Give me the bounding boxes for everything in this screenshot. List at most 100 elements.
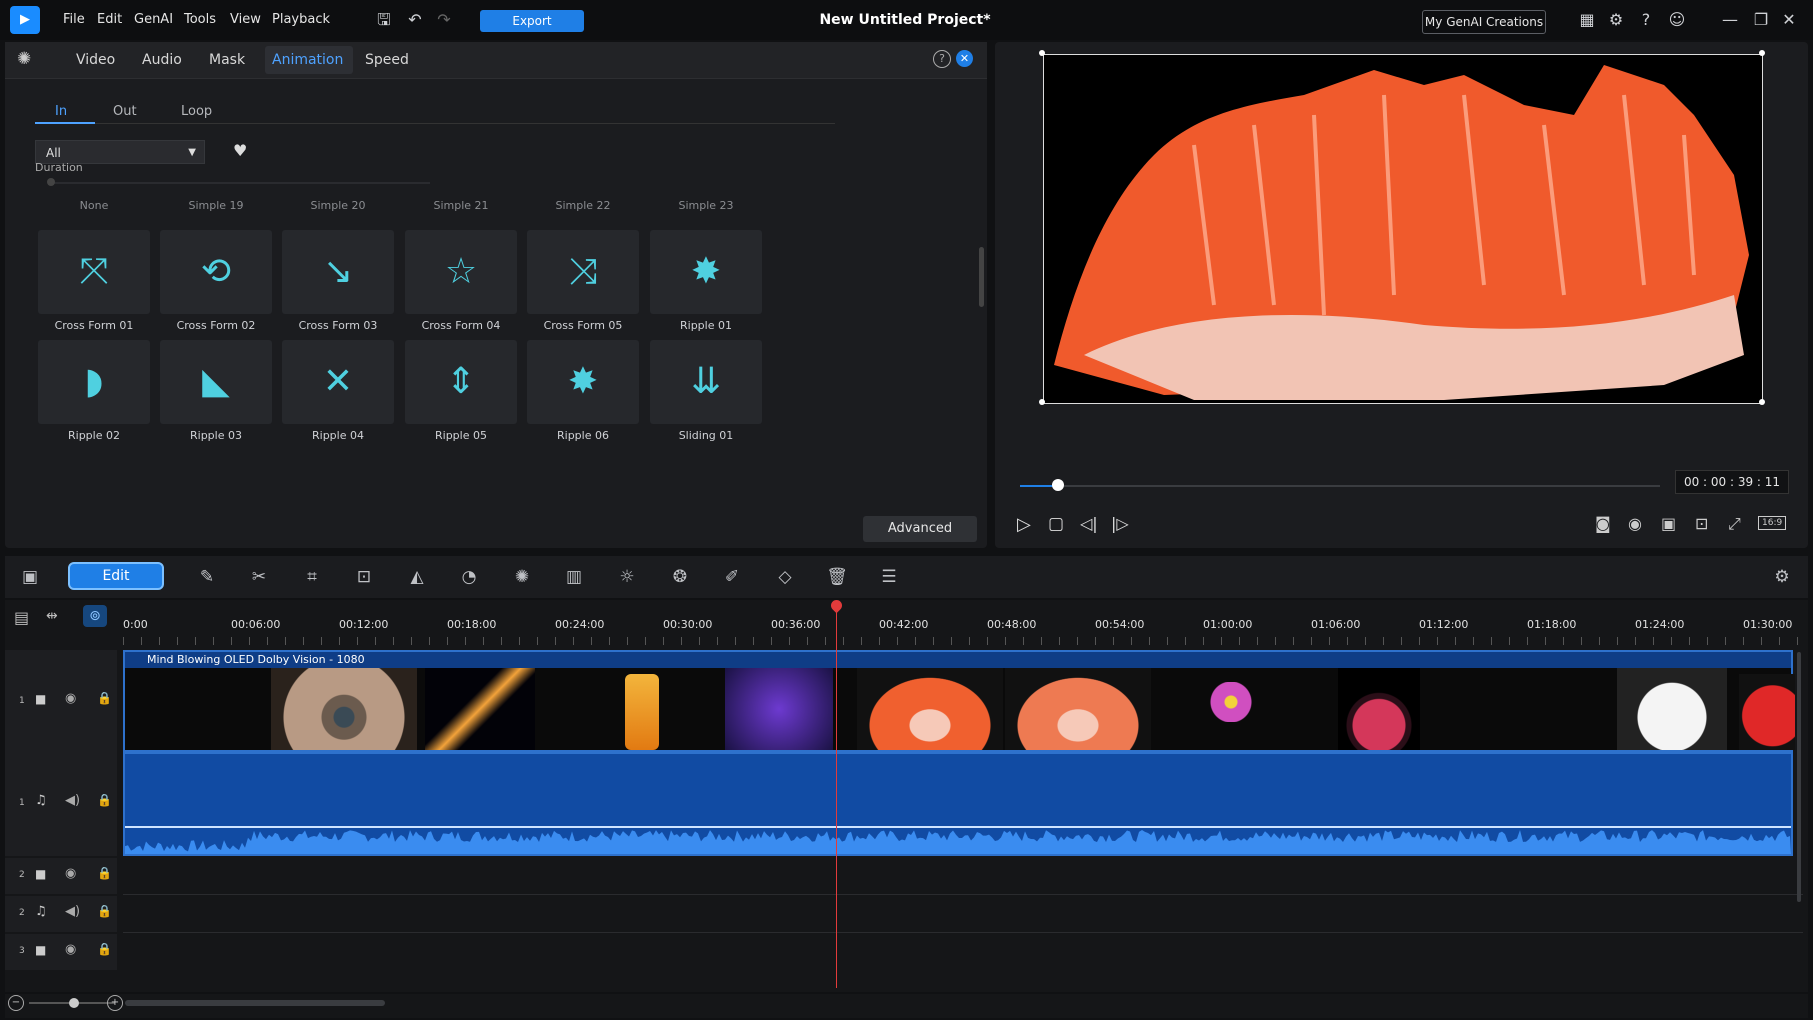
brightness-icon[interactable]: ☼ <box>616 566 638 588</box>
more-tools-icon[interactable]: ☰ <box>878 566 900 588</box>
preset-tile[interactable]: ⇊ <box>650 340 762 424</box>
gear-icon[interactable]: ⚙ <box>1605 9 1627 31</box>
keyframe-icon[interactable]: ◇ <box>774 566 796 588</box>
tab-animation[interactable]: Animation <box>272 52 343 68</box>
magic-icon[interactable]: ✺ <box>17 49 31 69</box>
eye-icon[interactable]: ◉ <box>65 691 76 706</box>
color-icon[interactable]: ❂ <box>669 566 691 588</box>
eye-icon[interactable]: ◉ <box>65 942 76 957</box>
tab-audio[interactable]: Audio <box>142 52 182 68</box>
aspect-ratio-icon[interactable]: 16:9 <box>1758 516 1787 530</box>
stabilizer-icon[interactable]: ▥ <box>563 566 585 588</box>
subtab-in[interactable]: In <box>55 104 67 119</box>
timeline-settings-icon[interactable]: ⚙ <box>1771 566 1793 588</box>
menu-edit[interactable]: Edit <box>97 12 122 27</box>
help-icon[interactable]: ? <box>1635 9 1657 31</box>
panel-close-icon[interactable]: ✕ <box>956 50 973 67</box>
undo-icon[interactable]: ↶ <box>404 9 426 31</box>
preset-tile[interactable]: ✕ <box>282 340 394 424</box>
title-edit-icon[interactable]: ✐ <box>721 566 743 588</box>
lock-icon[interactable]: 🔒 <box>97 793 112 807</box>
panel-help-icon[interactable]: ? <box>933 50 951 68</box>
preview-seek-handle[interactable] <box>1052 479 1065 491</box>
handle-bl[interactable] <box>1039 399 1045 405</box>
preset-tile[interactable]: ⇕ <box>405 340 517 424</box>
preset-tile[interactable]: ⤧ <box>38 230 150 314</box>
preset-tile[interactable]: ⟲ <box>160 230 272 314</box>
volume-icon[interactable]: ◀) <box>65 904 80 919</box>
menu-playback[interactable]: Playback <box>272 12 330 27</box>
save-icon[interactable]: 🖫 <box>373 9 395 31</box>
account-icon[interactable]: ☺ <box>1666 9 1688 31</box>
stop-icon[interactable]: ▢ <box>1048 514 1064 534</box>
restore-icon[interactable]: ❐ <box>1750 9 1772 31</box>
duration-slider-handle[interactable] <box>47 178 55 186</box>
menu-file[interactable]: File <box>63 12 85 27</box>
handle-br[interactable] <box>1759 399 1765 405</box>
preset-tile[interactable]: ↘ <box>282 230 394 314</box>
tab-speed[interactable]: Speed <box>365 52 409 68</box>
lock-icon[interactable]: 🔒 <box>97 904 112 918</box>
pen-icon[interactable]: ✎ <box>196 566 218 588</box>
next-frame-icon[interactable]: |▷ <box>1111 514 1129 533</box>
speed-icon[interactable]: ◔ <box>458 566 480 588</box>
zoom-slider-handle[interactable] <box>69 998 79 1008</box>
edit-button[interactable]: Edit <box>68 562 164 590</box>
crop-icon[interactable]: ⌗ <box>301 566 323 588</box>
audio-clip[interactable] <box>123 752 1793 856</box>
delete-icon[interactable]: 🗑 <box>826 566 848 588</box>
link-icon[interactable]: ⊚ <box>83 605 107 627</box>
layout-icon[interactable]: ▦ <box>1576 9 1598 31</box>
preview-video[interactable] <box>1043 54 1763 404</box>
minimize-icon[interactable]: — <box>1719 9 1741 31</box>
tab-mask[interactable]: Mask <box>209 52 245 68</box>
handle-tr[interactable] <box>1759 50 1765 56</box>
eye-icon[interactable]: ◉ <box>65 866 76 881</box>
snap-icon[interactable]: ⇹ <box>46 608 58 624</box>
track-manager-icon[interactable]: ▤ <box>14 608 29 627</box>
handle-tl[interactable] <box>1039 50 1045 56</box>
fullscreen-icon[interactable]: ⤢ <box>1728 514 1741 534</box>
volume-icon[interactable]: ◀) <box>65 793 80 808</box>
pan-zoom-icon[interactable]: ⊡ <box>353 566 375 588</box>
close-window-icon[interactable]: ✕ <box>1778 9 1800 31</box>
preset-tile[interactable]: ⤨ <box>527 230 639 314</box>
menu-genai[interactable]: GenAI <box>134 12 173 27</box>
zoom-in-icon[interactable]: + <box>107 995 123 1011</box>
snapshot-icon[interactable]: ◙ <box>1595 514 1611 533</box>
preset-tile[interactable]: ◣ <box>160 340 272 424</box>
preset-tile[interactable]: ☆ <box>405 230 517 314</box>
zoom-icon[interactable]: ⊡ <box>1695 514 1708 533</box>
subtab-loop[interactable]: Loop <box>181 104 212 119</box>
video-clip[interactable]: Mind Blowing OLED Dolby Vision - 1080 <box>123 650 1795 752</box>
advanced-button[interactable]: Advanced <box>863 516 977 542</box>
play-icon[interactable]: ▷ <box>1017 514 1031 535</box>
lock-icon[interactable]: 🔒 <box>97 942 112 956</box>
flip-icon[interactable]: ◭ <box>406 566 428 588</box>
menu-tools[interactable]: Tools <box>184 12 216 27</box>
media-library-icon[interactable]: ▣ <box>19 566 41 588</box>
lock-icon[interactable]: 🔒 <box>97 691 112 705</box>
preset-scrollbar[interactable] <box>979 247 984 307</box>
preview-quality-icon[interactable]: ◉ <box>1628 514 1642 533</box>
my-genai-creations-button[interactable]: My GenAI Creations <box>1422 10 1546 34</box>
ai-tools-icon[interactable]: ✺ <box>511 566 533 588</box>
duration-slider[interactable] <box>50 182 430 184</box>
menu-view[interactable]: View <box>230 12 261 27</box>
favorite-heart-icon[interactable]: ♥ <box>233 141 247 160</box>
subtab-out[interactable]: Out <box>113 104 137 119</box>
export-button[interactable]: Export <box>480 10 584 32</box>
lock-icon[interactable]: 🔒 <box>97 866 112 880</box>
tab-video[interactable]: Video <box>76 52 115 68</box>
timeline-hscroll[interactable] <box>125 1000 385 1006</box>
playhead[interactable] <box>836 604 837 988</box>
preset-tile[interactable]: ✸ <box>650 230 762 314</box>
redo-icon[interactable]: ↷ <box>433 9 455 31</box>
zoom-out-icon[interactable]: − <box>8 995 24 1011</box>
preset-tile[interactable]: ✸ <box>527 340 639 424</box>
previous-frame-icon[interactable]: ◁| <box>1080 514 1098 533</box>
preview-seek-track[interactable] <box>1020 485 1660 487</box>
split-scissors-icon[interactable]: ✂ <box>248 566 270 588</box>
timeline-vscroll[interactable] <box>1797 652 1801 902</box>
display-mode-icon[interactable]: ▣ <box>1661 514 1676 533</box>
